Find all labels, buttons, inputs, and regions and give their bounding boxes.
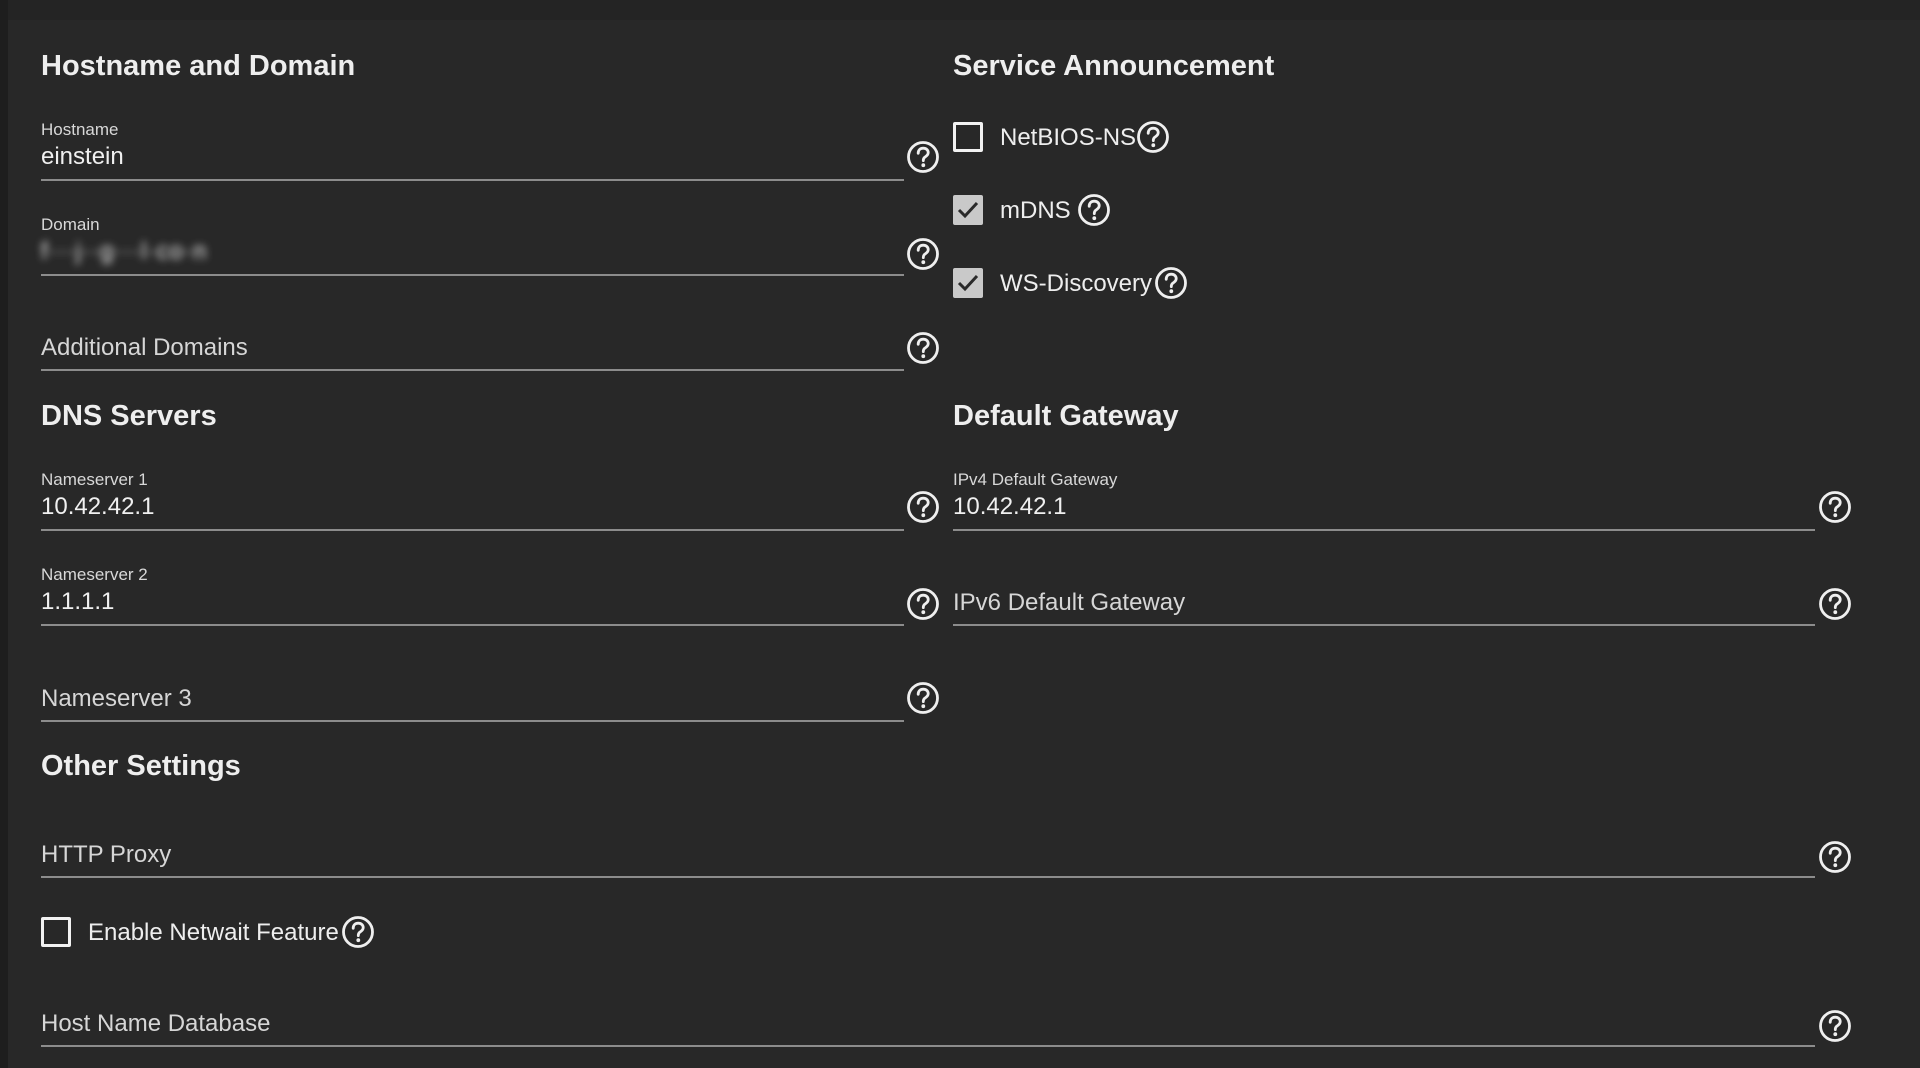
netbios-ns-checkbox[interactable] xyxy=(953,122,983,152)
additional-domains-placeholder: Additional Domains xyxy=(41,334,248,361)
domain-help-icon[interactable] xyxy=(906,237,940,271)
hostname-underline xyxy=(41,179,904,181)
additional-domains-help-icon[interactable] xyxy=(906,331,940,365)
http-proxy-help-icon[interactable] xyxy=(1818,840,1852,874)
ipv6-gateway-field[interactable]: IPv6 Default Gateway xyxy=(953,566,1815,626)
ws-discovery-checkbox[interactable] xyxy=(953,268,983,298)
nameserver1-label: Nameserver 1 xyxy=(41,470,148,489)
host-name-database-help-icon[interactable] xyxy=(1818,1009,1852,1043)
nameserver3-field[interactable]: Nameserver 3 xyxy=(41,662,904,722)
hostname-field[interactable]: Hostname einstein xyxy=(41,121,904,181)
netwait-label[interactable]: Enable Netwait Feature xyxy=(88,921,339,945)
nameserver2-label: Nameserver 2 xyxy=(41,565,148,584)
nameserver2-value[interactable]: 1.1.1.1 xyxy=(41,590,114,614)
domain-underline xyxy=(41,274,904,276)
nameserver1-underline xyxy=(41,529,904,531)
top-strip xyxy=(0,0,1920,20)
netwait-help-icon[interactable] xyxy=(341,915,375,949)
domain-label: Domain xyxy=(41,215,100,234)
section-title-hostname-domain: Hostname and Domain xyxy=(41,50,356,82)
ws-discovery-label[interactable]: WS-Discovery xyxy=(1000,272,1152,296)
section-title-dns-servers: DNS Servers xyxy=(41,400,217,432)
check-icon xyxy=(957,274,979,292)
ipv4-gateway-field[interactable]: IPv4 Default Gateway 10.42.42.1 xyxy=(953,471,1815,531)
domain-value-redacted[interactable]: f···j··g···l·co·n xyxy=(41,240,207,264)
ws-discovery-help-icon[interactable] xyxy=(1154,266,1188,300)
nameserver2-underline xyxy=(41,624,904,626)
host-name-database-placeholder: Host Name Database xyxy=(41,1010,271,1037)
ipv4-gateway-value[interactable]: 10.42.42.1 xyxy=(953,495,1066,519)
network-global-configuration-form: Hostname and Domain Hostname einstein Do… xyxy=(0,0,1920,1068)
nameserver2-help-icon[interactable] xyxy=(906,587,940,621)
http-proxy-placeholder: HTTP Proxy xyxy=(41,841,172,868)
nameserver1-value[interactable]: 10.42.42.1 xyxy=(41,495,154,519)
ipv6-gateway-help-icon[interactable] xyxy=(1818,587,1852,621)
netbios-ns-help-icon[interactable] xyxy=(1136,120,1170,154)
nameserver1-field[interactable]: Nameserver 1 10.42.42.1 xyxy=(41,471,904,531)
hostname-label: Hostname xyxy=(41,120,119,139)
nameserver3-underline xyxy=(41,720,904,722)
section-title-default-gateway: Default Gateway xyxy=(953,400,1179,432)
additional-domains-underline xyxy=(41,369,904,371)
nameserver3-placeholder: Nameserver 3 xyxy=(41,685,192,712)
ipv4-gateway-label: IPv4 Default Gateway xyxy=(953,470,1118,489)
host-name-database-underline xyxy=(41,1045,1815,1047)
netwait-checkbox[interactable] xyxy=(41,917,71,947)
ipv4-gateway-underline xyxy=(953,529,1815,531)
hostname-help-icon[interactable] xyxy=(906,140,940,174)
ipv4-gateway-help-icon[interactable] xyxy=(1818,490,1852,524)
mdns-help-icon[interactable] xyxy=(1077,193,1111,227)
check-icon xyxy=(957,201,979,219)
hostname-value[interactable]: einstein xyxy=(41,145,124,169)
ipv6-gateway-placeholder: IPv6 Default Gateway xyxy=(953,589,1186,616)
domain-field[interactable]: Domain f···j··g···l·co·n xyxy=(41,216,904,276)
mdns-checkbox[interactable] xyxy=(953,195,983,225)
http-proxy-field[interactable]: HTTP Proxy xyxy=(41,818,1815,878)
host-name-database-field[interactable]: Host Name Database xyxy=(41,987,1815,1047)
ipv6-gateway-underline xyxy=(953,624,1815,626)
nameserver3-help-icon[interactable] xyxy=(906,681,940,715)
section-title-service-announcement: Service Announcement xyxy=(953,50,1275,82)
mdns-label[interactable]: mDNS xyxy=(1000,199,1071,223)
additional-domains-field[interactable]: Additional Domains xyxy=(41,311,904,371)
nameserver2-field[interactable]: Nameserver 2 1.1.1.1 xyxy=(41,566,904,626)
netbios-ns-label[interactable]: NetBIOS-NS xyxy=(1000,126,1136,150)
http-proxy-underline xyxy=(41,876,1815,878)
left-edge xyxy=(0,0,8,1068)
nameserver1-help-icon[interactable] xyxy=(906,490,940,524)
section-title-other-settings: Other Settings xyxy=(41,750,241,782)
